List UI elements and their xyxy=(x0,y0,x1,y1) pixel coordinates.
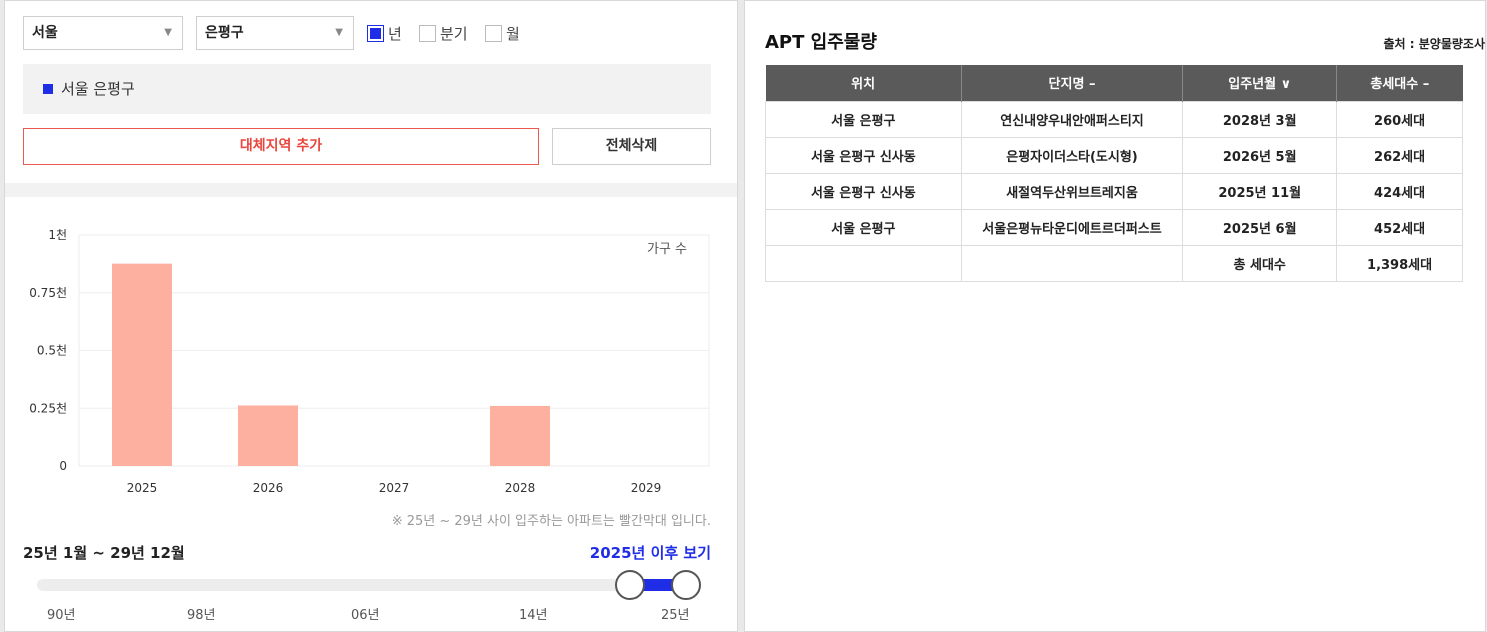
x-tick-label: 2027 xyxy=(379,481,410,495)
slider-tick-label: 98년 xyxy=(187,608,216,623)
district-select-value: 은평구 xyxy=(205,25,244,41)
cell-units: 452세대 xyxy=(1336,208,1463,246)
table-row[interactable]: 서울 은평구 신사동 은평자이더스타(도시형) 2026년 5월 262세대 xyxy=(765,136,1463,174)
add-region-button[interactable]: 대체지역 추가 xyxy=(23,128,539,165)
y-tick-label: 0.25천 xyxy=(29,400,67,415)
city-select[interactable]: 서울 ▼ xyxy=(23,16,183,50)
table-header-row: 위치 단지명 – 입주년월 ∨ 총세대수 – xyxy=(765,65,1463,101)
column-header-location[interactable]: 위치 xyxy=(765,65,962,101)
slider-tick-label: 06년 xyxy=(351,608,380,623)
x-tick-label: 2025 xyxy=(127,481,158,495)
period-year-checkbox[interactable]: 년 xyxy=(367,24,402,43)
chevron-down-icon: ▼ xyxy=(335,27,343,38)
region-marker-icon xyxy=(43,84,53,94)
range-slider-start-handle[interactable] xyxy=(615,570,645,600)
right-panel: APT 입주물량 출처 : 분양물량조사 위치 단지명 – 입주년월 ∨ 총세대… xyxy=(744,0,1486,632)
bar xyxy=(238,405,298,466)
x-tick-label: 2028 xyxy=(505,481,536,495)
cell-location: 서울 은평구 신사동 xyxy=(765,136,962,174)
cell-complex: 연신내양우내안애퍼스티지 xyxy=(960,100,1184,138)
table-row[interactable]: 서울 은평구 연신내양우내안애퍼스티지 2028년 3월 260세대 xyxy=(765,100,1463,138)
city-select-value: 서울 xyxy=(32,25,58,41)
slider-tick-label: 14년 xyxy=(519,608,548,623)
bar xyxy=(490,405,550,466)
cell-move-in: 2025년 6월 xyxy=(1182,208,1338,246)
cell-empty xyxy=(765,244,962,282)
cell-units: 262세대 xyxy=(1336,136,1463,174)
selected-region-label: 서울 은평구 xyxy=(61,80,135,98)
range-slider-end-handle[interactable] xyxy=(671,570,701,600)
period-month-label: 월 xyxy=(506,24,520,43)
cell-complex: 서울은평뉴타운디에트르더퍼스트 xyxy=(960,208,1184,246)
column-header-units[interactable]: 총세대수 – xyxy=(1336,65,1463,101)
table-row[interactable]: 서울 은평구 서울은평뉴타운디에트르더퍼스트 2025년 6월 452세대 xyxy=(765,208,1463,246)
cell-location: 서울 은평구 xyxy=(765,208,962,246)
cell-units: 260세대 xyxy=(1336,100,1463,138)
y-tick-label: 1천 xyxy=(48,227,67,242)
district-select[interactable]: 은평구 ▼ xyxy=(196,16,354,50)
checkbox-empty-icon xyxy=(485,24,502,42)
cell-units: 424세대 xyxy=(1336,172,1463,210)
cell-complex: 은평자이더스타(도시형) xyxy=(960,136,1184,174)
slider-tick-label: 90년 xyxy=(47,608,76,623)
y-tick-label: 0.5천 xyxy=(37,343,67,358)
cell-empty xyxy=(960,244,1184,282)
column-header-move-in[interactable]: 입주년월 ∨ xyxy=(1182,65,1338,101)
source-label: 출처 : 분양물량조사 xyxy=(1383,37,1485,51)
left-panel: 서울 ▼ 은평구 ▼ 년 분기 월 서울 은평구 대체지역 추가 전체삭제 00… xyxy=(4,0,738,632)
bar xyxy=(112,263,172,466)
cell-move-in: 2025년 11월 xyxy=(1182,172,1338,210)
period-year-label: 년 xyxy=(388,24,402,43)
period-quarter-checkbox[interactable]: 분기 xyxy=(419,24,468,43)
total-label: 총 세대수 xyxy=(1182,244,1338,282)
section-divider xyxy=(5,183,737,197)
checkbox-empty-icon xyxy=(419,24,436,42)
checkbox-checked-icon xyxy=(367,24,384,42)
move-in-bar-chart: 0 0.25천 0.5천 0.75천 1천 2025 2026 2027 2028 2029 가구 … xyxy=(29,227,710,495)
cell-location: 서울 은평구 신사동 xyxy=(765,172,962,210)
slider-tick-label: 25년 xyxy=(661,608,690,623)
cell-complex: 새절역두산위브트레지움 xyxy=(960,172,1184,210)
range-label: 25년 1월 ~ 29년 12월 xyxy=(23,544,185,562)
range-slider-track[interactable] xyxy=(37,579,685,591)
cell-move-in: 2028년 3월 xyxy=(1182,100,1338,138)
cell-location: 서울 은평구 xyxy=(765,100,962,138)
x-tick-label: 2026 xyxy=(253,481,284,495)
view-after-2025-link[interactable]: 2025년 이후 보기 xyxy=(590,542,711,563)
period-month-checkbox[interactable]: 월 xyxy=(485,24,520,43)
x-tick-label: 2029 xyxy=(631,481,662,495)
selected-region-bar: 서울 은평구 xyxy=(23,64,711,114)
table-total-row: 총 세대수 1,398세대 xyxy=(765,244,1463,282)
apt-table: 위치 단지명 – 입주년월 ∨ 총세대수 – 서울 은평구 연신내양우내안애퍼스… xyxy=(765,65,1463,282)
total-value: 1,398세대 xyxy=(1336,244,1463,282)
period-quarter-label: 분기 xyxy=(440,24,468,43)
apt-title: APT 입주물량 xyxy=(765,32,877,53)
chart-legend: 가구 수 xyxy=(647,242,687,257)
table-row[interactable]: 서울 은평구 신사동 새절역두산위브트레지움 2025년 11월 424세대 xyxy=(765,172,1463,210)
y-tick-label: 0 xyxy=(59,459,67,473)
column-header-complex[interactable]: 단지명 – xyxy=(961,65,1184,101)
cell-move-in: 2026년 5월 xyxy=(1182,136,1338,174)
chart-note: ※ 25년 ~ 29년 사이 입주하는 아파트는 빨간막대 입니다. xyxy=(391,514,711,529)
delete-all-button[interactable]: 전체삭제 xyxy=(552,128,711,165)
chevron-down-icon: ▼ xyxy=(164,27,172,38)
y-tick-label: 0.75천 xyxy=(29,285,67,300)
